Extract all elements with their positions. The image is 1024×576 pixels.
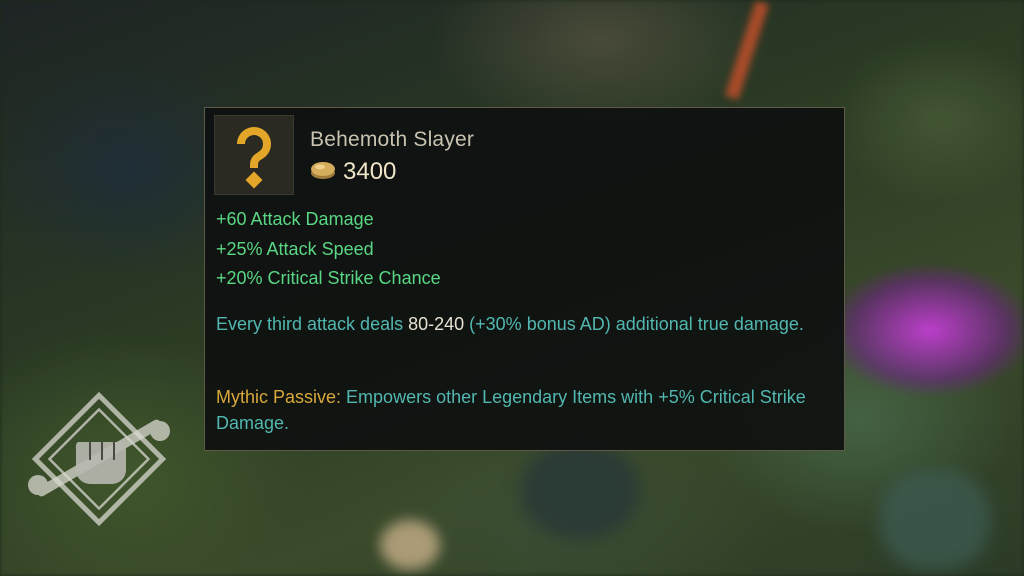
stat-line: +60 Attack Damage xyxy=(216,209,374,229)
stat-line: +25% Attack Speed xyxy=(216,238,374,259)
item-name: Behemoth Slayer xyxy=(310,128,475,151)
gold-coin-icon xyxy=(309,159,337,185)
stat-line: +20% Critical Strike Chance xyxy=(216,268,441,288)
item-price: 3400 xyxy=(343,158,397,185)
item-tooltip: Behemoth Slayer 3400 +60 Attack Damage +… xyxy=(204,107,845,451)
fist-wrench-logo-icon xyxy=(20,380,178,538)
mythic-passive-label: Mythic Passive: xyxy=(216,387,342,407)
passive-text: (+30% bonus AD) additional true damage. xyxy=(464,314,804,334)
mythic-passive: Mythic Passive: Empowers other Legendary… xyxy=(216,384,826,436)
question-mark-icon xyxy=(214,115,294,195)
passive-damage-value: 80-240 xyxy=(408,314,465,334)
price-row: 3400 xyxy=(309,158,396,186)
passive-description: Every third attack deals 80-240 (+30% bo… xyxy=(216,311,826,337)
passive-text: Every third attack deals xyxy=(216,314,409,334)
item-stats: +60 Attack Damage +25% Attack Speed +20%… xyxy=(216,205,441,294)
